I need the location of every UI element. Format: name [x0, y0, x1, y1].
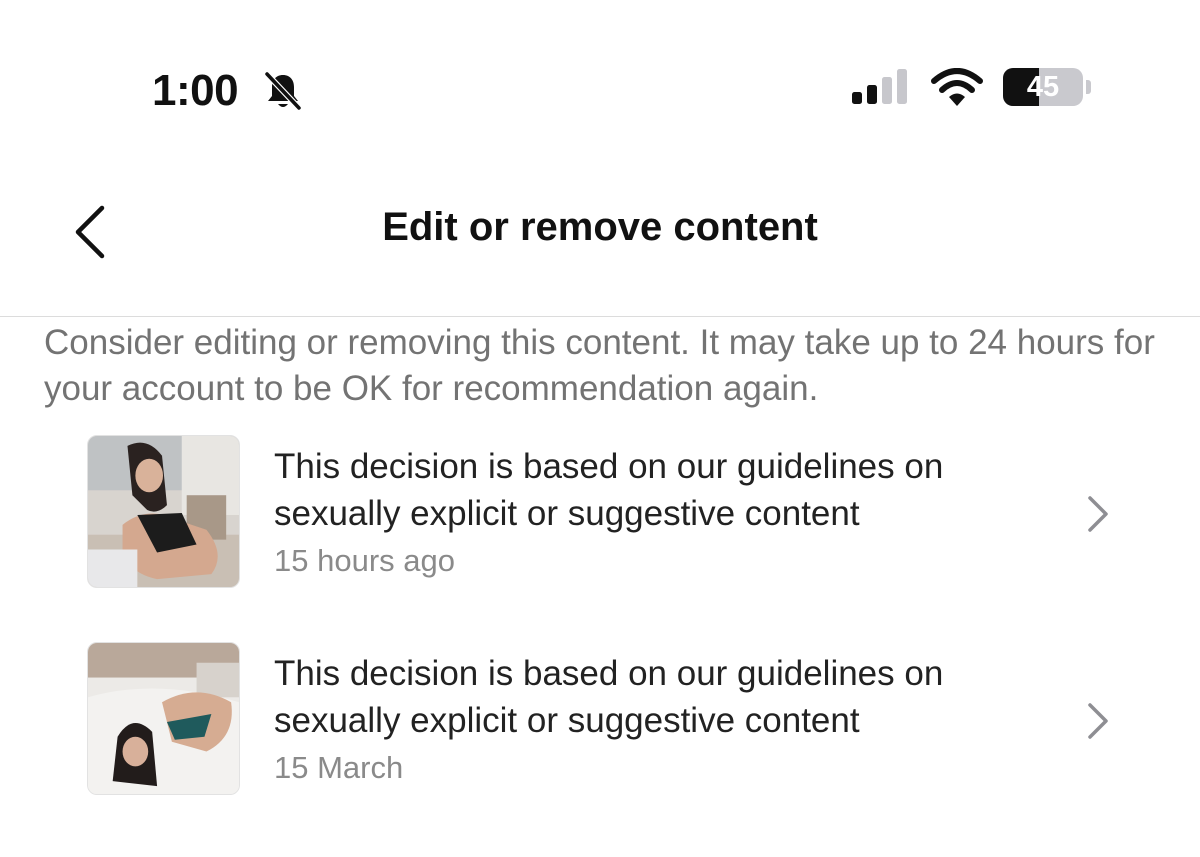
- bell-slash-icon: [264, 71, 302, 111]
- chevron-right-icon: [1088, 703, 1108, 739]
- battery-icon: 45: [1003, 68, 1093, 106]
- battery-cap: [1086, 80, 1091, 94]
- intro-text: Consider editing or removing this conten…: [44, 323, 1155, 408]
- chevron-right-icon: [1088, 496, 1108, 532]
- cellular-signal-icon: [852, 69, 907, 104]
- battery-level: 45: [1026, 71, 1060, 103]
- item-title: This decision is based on our guidelines…: [274, 447, 944, 533]
- item-timestamp: 15 hours ago: [274, 543, 455, 578]
- battery-body: 45: [1003, 68, 1083, 106]
- header-divider: [0, 316, 1200, 317]
- post-thumbnail: [87, 435, 240, 588]
- list-item[interactable]: This decision is based on our guidelines…: [0, 435, 1200, 595]
- post-thumbnail: [87, 642, 240, 795]
- wifi-icon: [931, 68, 983, 106]
- item-timestamp: 15 March: [274, 750, 404, 785]
- list-item[interactable]: This decision is based on our guidelines…: [0, 642, 1200, 802]
- page-title: Edit or remove content: [382, 205, 818, 249]
- status-time: 1:00: [152, 66, 239, 115]
- item-title: This decision is based on our guidelines…: [274, 654, 944, 740]
- screen: 1:00 45 Edit or remove content Consider …: [0, 0, 1200, 857]
